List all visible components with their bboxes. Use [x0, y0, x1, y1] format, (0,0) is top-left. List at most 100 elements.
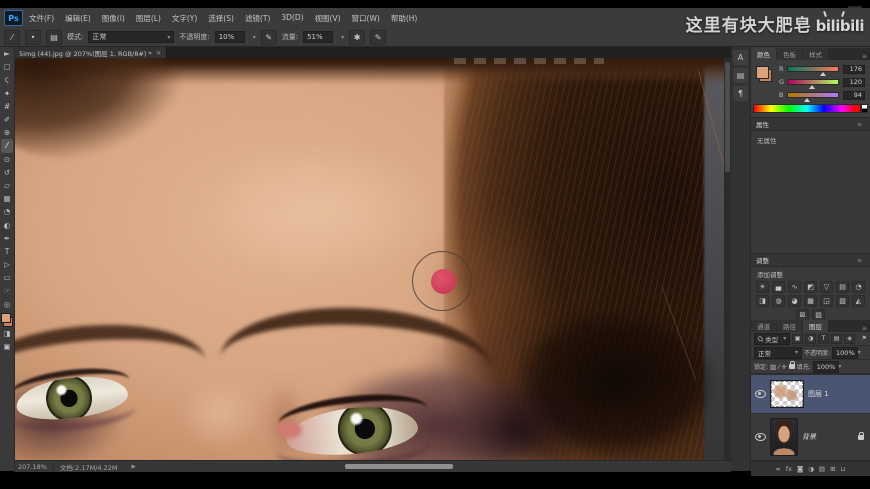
shape-tool[interactable]: ▭	[1, 271, 13, 284]
lock-paint-icon[interactable]: ⁄	[778, 363, 779, 371]
color-lookup-icon[interactable]: ▦	[804, 295, 817, 307]
layer-row-layer1[interactable]: 图层 1	[751, 375, 870, 414]
adjustments-header[interactable]: 调整 ≡	[751, 253, 870, 267]
dodge-tool[interactable]: ◐	[1, 218, 13, 231]
exposure-icon[interactable]: ◩	[804, 281, 817, 293]
blur-tool[interactable]: ◔	[1, 205, 13, 218]
brush-preset-icon[interactable]: ⁄	[4, 30, 20, 45]
photo-filter-icon[interactable]: ◍	[772, 295, 785, 307]
quick-mask-button[interactable]: ◨	[1, 327, 13, 340]
blue-slider[interactable]	[787, 92, 839, 98]
path-selection-tool[interactable]: ▷	[1, 258, 13, 271]
layer-blend-mode-select[interactable]: 正常 ▾	[754, 347, 802, 359]
menu-item[interactable]: 文件(F)	[29, 13, 54, 24]
filter-adjustment-layers-icon[interactable]: ◑	[805, 334, 816, 344]
blend-mode-select[interactable]: 正常 ▾	[88, 31, 174, 43]
visibility-toggle[interactable]	[754, 433, 766, 441]
gradient-tool[interactable]: ▦	[1, 192, 13, 205]
menu-item[interactable]: 图像(I)	[102, 13, 125, 24]
chevron-down-icon[interactable]: ▾	[341, 34, 344, 41]
pressure-size-icon[interactable]: ✎	[370, 30, 386, 45]
properties-header[interactable]: 属性 ≡	[751, 117, 870, 131]
filter-pixel-layers-icon[interactable]: ▣	[792, 334, 803, 344]
screen-mode-button[interactable]: ▣	[1, 340, 13, 353]
layer-style-icon[interactable]: fx	[786, 465, 792, 473]
clone-stamp-tool[interactable]: ⊙	[1, 153, 13, 166]
channel-mixer-icon[interactable]: ◕	[788, 295, 801, 307]
foreground-color-swatch[interactable]	[1, 313, 11, 323]
lock-position-icon[interactable]: ✛	[781, 363, 786, 371]
red-slider[interactable]	[787, 66, 839, 72]
hue-saturation-icon[interactable]: ▤	[836, 281, 849, 293]
quick-selection-tool[interactable]: ✦	[1, 87, 13, 100]
color-swatch-pair[interactable]	[756, 66, 772, 82]
document-tab[interactable]: 5img (44).jpg @ 207%(图层 1, RGB/8#) * ×	[15, 47, 167, 58]
lock-all-icon[interactable]	[789, 364, 795, 369]
menu-item[interactable]: 滤镜(T)	[245, 13, 270, 24]
brush-size-preset[interactable]: •	[25, 30, 41, 45]
menu-item[interactable]: 图层(L)	[136, 13, 161, 24]
tab-layers[interactable]: 图层	[803, 320, 828, 332]
toggle-brush-panel-icon[interactable]: ▤	[46, 30, 62, 45]
green-value[interactable]: 120	[843, 78, 865, 87]
layer-fill-input[interactable]: 100% ▾	[813, 361, 839, 373]
hand-tool[interactable]: ☞	[1, 284, 13, 297]
new-layer-icon[interactable]: ⊞	[830, 465, 835, 473]
layer-name[interactable]: 背景	[802, 432, 816, 442]
marquee-tool[interactable]: ▢	[1, 60, 13, 73]
filter-smart-objects-icon[interactable]: ◈	[844, 334, 855, 344]
new-group-icon[interactable]: ▤	[819, 465, 825, 473]
invert-icon[interactable]: ◲	[820, 295, 833, 307]
levels-icon[interactable]: ▄	[772, 281, 785, 293]
vertical-scrollbar[interactable]	[724, 58, 731, 460]
tab-color[interactable]: 颜色	[751, 48, 776, 60]
spot-healing-tool[interactable]: ⊕	[1, 126, 13, 139]
panel-menu-icon[interactable]: ≡	[859, 325, 870, 332]
canvas[interactable]	[14, 58, 731, 460]
type-tool[interactable]: T	[1, 245, 13, 258]
eyedropper-tool[interactable]: ✐	[1, 113, 13, 126]
layer-row-background[interactable]: 背景	[751, 414, 870, 461]
red-value[interactable]: 176	[843, 65, 865, 74]
new-adjustment-icon[interactable]: ◑	[808, 465, 814, 473]
horizontal-scrollbar-thumb[interactable]	[345, 464, 453, 469]
zoom-level[interactable]: 207.18%	[18, 463, 54, 471]
posterize-icon[interactable]: ▧	[836, 295, 849, 307]
vertical-scrollbar-thumb[interactable]	[725, 62, 730, 172]
background-thumbnail[interactable]	[770, 418, 798, 456]
chevron-down-icon[interactable]: ▾	[253, 34, 256, 41]
color-balance-icon[interactable]: ◔	[852, 281, 865, 293]
visibility-toggle[interactable]	[754, 390, 766, 398]
tab-paths[interactable]: 路径	[777, 320, 802, 332]
menu-item[interactable]: 编辑(E)	[65, 13, 91, 24]
threshold-icon[interactable]: ◭	[852, 295, 865, 307]
lock-transparency-icon[interactable]: ▨	[770, 363, 776, 371]
black-white-chip[interactable]	[861, 104, 868, 113]
delete-layer-icon[interactable]: ⊔	[841, 465, 846, 473]
tab-swatches[interactable]: 色板	[777, 48, 802, 60]
move-tool[interactable]: ►	[1, 47, 13, 60]
flow-input[interactable]: 51%	[303, 31, 333, 43]
tab-close-icon[interactable]: ×	[156, 49, 162, 57]
paragraph-panel-icon[interactable]: ¶	[733, 86, 748, 101]
foreground-color-swatch[interactable]	[756, 66, 769, 79]
layer-name[interactable]: 图层 1	[808, 389, 829, 399]
menu-item[interactable]: 视图(V)	[315, 13, 341, 24]
opacity-input[interactable]: 10%	[215, 31, 245, 43]
layer-opacity-input[interactable]: 100% ▾	[832, 347, 858, 359]
curves-icon[interactable]: ∿	[788, 281, 801, 293]
status-arrow-icon[interactable]: ▶	[131, 464, 135, 470]
menu-item[interactable]: 选择(S)	[208, 13, 234, 24]
panel-menu-icon[interactable]: ≡	[854, 121, 865, 128]
crop-tool[interactable]: #	[1, 100, 13, 113]
add-mask-icon[interactable]: ◙	[797, 465, 803, 473]
filter-pin-icon[interactable]: ⚑	[862, 335, 867, 342]
tab-channels[interactable]: 通道	[751, 320, 776, 332]
styles-panel-icon[interactable]: ▤	[733, 68, 748, 83]
tab-styles[interactable]: 样式	[803, 48, 828, 60]
zoom-tool[interactable]: ◎	[1, 298, 13, 311]
menu-item[interactable]: 文字(Y)	[172, 13, 197, 24]
panel-menu-icon[interactable]: ≡	[859, 53, 870, 60]
green-slider[interactable]	[787, 79, 839, 85]
blue-value[interactable]: 94	[843, 91, 865, 100]
